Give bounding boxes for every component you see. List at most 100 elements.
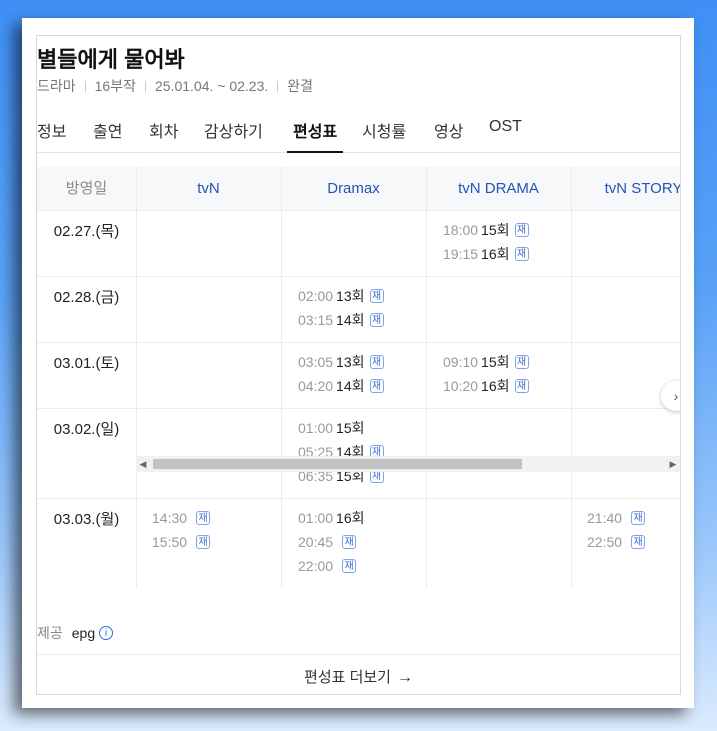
schedule-entry[interactable]: 10:20 16회 재 [443, 374, 529, 398]
schedule-entry[interactable]: 01:00 16회 [298, 506, 370, 530]
scroll-right-icon[interactable]: ▶ [666, 456, 680, 472]
rerun-badge: 재 [196, 535, 211, 549]
schedule-entry[interactable]: 03:15 14회 재 [298, 308, 384, 332]
channel-header-tvn-story[interactable]: tvN STORY [571, 167, 680, 210]
air-time: 02:00 [298, 288, 334, 304]
rerun-badge: 재 [369, 379, 384, 393]
scroll-left-icon[interactable]: ◀ [136, 456, 150, 472]
schedule-entry[interactable]: 19:15 16회 재 [443, 242, 529, 266]
channel-header-dramax[interactable]: Dramax [281, 167, 426, 210]
schedule-entry[interactable]: 21:40 재 [587, 506, 646, 530]
column-divider [281, 167, 282, 588]
schedule-date: 02.27.(목) [53, 223, 120, 240]
episode-number: 13회 [336, 354, 365, 370]
air-time: 03:15 [298, 312, 334, 328]
schedule-row: 03.02.(일) 01:00 15회 05:25 14회 재 06:35 15회 재 [37, 408, 680, 499]
schedule-cell: 01:00 15회 05:25 14회 재 06:35 15회 재 [298, 416, 384, 488]
rerun-badge: 재 [196, 511, 211, 525]
schedule-entry[interactable]: 22:00 재 [298, 554, 370, 578]
column-divider [571, 167, 572, 588]
schedule-more-link[interactable]: 편성표 더보기 → [37, 654, 680, 694]
episode-number: 16회 [336, 510, 365, 526]
rerun-badge: 재 [631, 511, 646, 525]
tab-video[interactable]: 영상 [434, 118, 463, 151]
schedule-date: 03.02.(일) [53, 421, 120, 438]
rerun-badge: 재 [369, 313, 384, 327]
air-time: 04:20 [298, 378, 334, 394]
schedule-entry[interactable]: 22:50 재 [587, 530, 646, 554]
tab-schedule[interactable]: 편성표 [287, 118, 344, 153]
schedule-header-row: 방영일 tvN Dramax tvN DRAMA tvN STORY [37, 167, 680, 211]
schedule-entry[interactable]: 09:10 15회 재 [443, 350, 529, 374]
tab-bar: 정보 출연 회차 감상하기 편성표 시청률 영상 OST [37, 112, 680, 153]
air-time: 19:15 [443, 246, 479, 262]
tab-cast[interactable]: 출연 [93, 118, 122, 151]
schedule-cell: 18:00 15회 재 19:15 16회 재 [443, 218, 529, 266]
air-time: 22:50 [587, 534, 623, 550]
rerun-badge: 재 [369, 355, 384, 369]
program-title[interactable]: 별들에게 물어봐 [37, 42, 185, 74]
schedule-entry[interactable]: 03:05 13회 재 [298, 350, 384, 374]
channel-header-tvn-drama[interactable]: tvN DRAMA [426, 167, 571, 210]
info-icon[interactable]: i [99, 626, 114, 640]
schedule-cell: 21:40 재 22:50 재 [587, 506, 646, 554]
tab-ost[interactable]: OST [489, 118, 522, 151]
meta-status: 완결 [287, 78, 314, 94]
screenshot-frame: 별들에게 물어봐 드라마 16부작 25.01.04. ~ 02.23. 완결 … [22, 18, 694, 708]
tab-episodes[interactable]: 회차 [149, 118, 178, 151]
episode-number: 15회 [481, 222, 510, 238]
date-column-header: 방영일 [65, 180, 108, 197]
tab-info[interactable]: 정보 [37, 118, 66, 151]
schedule-cell: 02:00 13회 재 03:15 14회 재 [298, 284, 384, 332]
air-time: 20:45 [298, 534, 334, 550]
schedule-entry[interactable]: 01:00 15회 [298, 416, 384, 440]
more-label: 편성표 더보기 [304, 669, 391, 686]
air-time: 10:20 [443, 378, 479, 394]
schedule-date: 03.03.(월) [53, 511, 120, 528]
schedule-entry[interactable]: 15:50 재 [152, 530, 211, 554]
episode-number: 14회 [336, 312, 365, 328]
rerun-badge: 재 [514, 247, 529, 261]
rerun-badge: 재 [342, 559, 357, 573]
schedule-row: 02.27.(목) 18:00 15회 재 19:15 16회 재 [37, 210, 680, 277]
meta-separator [277, 80, 279, 92]
episode-number: 16회 [481, 378, 510, 394]
rerun-badge: 재 [342, 535, 357, 549]
episode-number: 15회 [481, 354, 510, 370]
schedule-table: 방영일 tvN Dramax tvN DRAMA tvN STORY 02.27… [37, 167, 680, 588]
air-time: 22:00 [298, 558, 334, 574]
air-time: 14:30 [152, 510, 188, 526]
tab-ratings[interactable]: 시청률 [362, 118, 406, 151]
air-time: 15:50 [152, 534, 188, 550]
schedule-entry[interactable]: 14:30 재 [152, 506, 211, 530]
air-time: 01:00 [298, 420, 334, 436]
schedule-row: 02.28.(금) 02:00 13회 재 03:15 14회 재 [37, 276, 680, 343]
rerun-badge: 재 [631, 535, 646, 549]
tab-watch[interactable]: 감상하기 [204, 118, 263, 151]
air-time: 03:05 [298, 354, 334, 370]
schedule-cell: 14:30 재 15:50 재 [152, 506, 211, 554]
meta-period: 25.01.04. ~ 02.23. [154, 78, 269, 94]
schedule-entry[interactable]: 04:20 14회 재 [298, 374, 384, 398]
meta-genre: 드라마 [37, 78, 76, 94]
schedule-entry[interactable]: 02:00 13회 재 [298, 284, 384, 308]
provider-info: 제공 epg i [37, 623, 114, 643]
rerun-badge: 재 [369, 289, 384, 303]
air-time: 09:10 [443, 354, 479, 370]
column-divider [426, 167, 427, 588]
scrollbar-thumb[interactable] [153, 459, 522, 469]
schedule-cell: 03:05 13회 재 04:20 14회 재 [298, 350, 384, 398]
schedule-row: 03.01.(토) 03:05 13회 재 04:20 14회 재 09:10 15회 재 10:2… [37, 342, 680, 409]
schedule-cell: 09:10 15회 재 10:20 16회 재 [443, 350, 529, 398]
air-time: 01:00 [298, 510, 334, 526]
rerun-badge: 재 [514, 355, 529, 369]
channel-header-tvn[interactable]: tvN [136, 167, 281, 210]
schedule-entry[interactable]: 18:00 15회 재 [443, 218, 529, 242]
meta-separator [84, 80, 86, 92]
horizontal-scrollbar[interactable]: ◀ ▶ [136, 456, 680, 472]
chevron-right-icon: › [673, 388, 679, 404]
schedule-entry[interactable]: 20:45 재 [298, 530, 370, 554]
air-time: 21:40 [587, 510, 623, 526]
air-time: 18:00 [443, 222, 479, 238]
episode-number: 16회 [481, 246, 510, 262]
